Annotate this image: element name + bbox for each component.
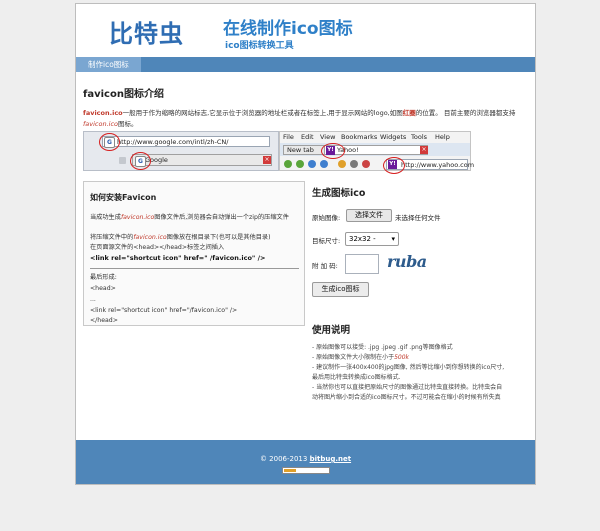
install-code-snippet: <link rel="shortcut icon" href=" /favico…	[90, 254, 266, 262]
close-tab-icon: ×	[263, 156, 271, 164]
red-circle-annotation-address	[383, 157, 405, 174]
usage-item: - 原始图像文件大小限制在小于500k	[312, 353, 507, 363]
chevron-down-icon: ▾	[391, 235, 395, 243]
menu-file: File	[283, 133, 294, 141]
fast-forward-icon	[320, 160, 328, 168]
choose-file-button[interactable]: 选择文件	[346, 209, 392, 222]
usage-size-limit: 500k	[394, 354, 410, 361]
menu-tools: Tools	[411, 133, 428, 141]
code-ellipsis: ...	[90, 296, 96, 303]
site-counter-badge[interactable]	[282, 467, 330, 474]
intro-paragraph: favicon.ico一般用于作为缩略的网站标志,它显示位于浏览器的地址栏或者在…	[83, 108, 530, 130]
install-favicon-term: favicon.ico	[120, 214, 155, 221]
install-text: 图像文件后,浏览器会自动弹出一个zip的压缩文件	[154, 214, 289, 221]
address-bar-google: http://www.google.com/intl/zh-CN/	[102, 136, 270, 147]
forward-arrow-icon	[296, 160, 304, 168]
intro-favicon-term: favicon.ico	[83, 109, 123, 117]
footer-site-link[interactable]: bitbug.net	[310, 455, 352, 463]
install-text: 图像放在根目录下(也可以是其他目录)	[166, 234, 271, 241]
address-url: http://www.google.com/intl/zh-CN/	[117, 138, 229, 146]
generate-heading: 生成图标ico	[312, 188, 366, 199]
close-tab-icon: ×	[420, 146, 428, 154]
intro-red-circle-term: 红圈	[402, 109, 416, 117]
install-text: 当成功生成	[90, 214, 121, 221]
menu-view: View	[320, 133, 336, 141]
install-step-2: 将压缩文件中的favicon.ico图像放在根目录下(也可以是其他目录)	[90, 233, 300, 243]
nav-bar: 制作ico图标	[76, 57, 535, 72]
code-link-line: <link rel="shortcut icon" href="/favicon…	[90, 307, 238, 314]
generate-ico-button[interactable]: 生成ico图标	[312, 282, 369, 297]
browser-screenshot-left: http://www.google.com/intl/zh-CN/ G Goog…	[83, 131, 279, 171]
usage-heading: 使用说明	[312, 325, 351, 336]
red-circle-annotation-tab	[321, 143, 345, 159]
code-head-close: </head>	[90, 317, 118, 324]
usage-item: - 建议制作一张400x400的jpg图像, 然后等比缩小到你想转换的ico尺寸…	[312, 364, 505, 381]
install-step-1: 当成功生成favicon.ico图像文件后,浏览器会自动弹出一个zip的压缩文件	[90, 213, 300, 223]
source-image-label: 原始图像:	[312, 214, 341, 222]
intro-text-3: 图标。	[118, 120, 138, 128]
intro-heading: favicon图标介绍	[83, 89, 164, 100]
install-favicon-box: 如何安装Favicon 当成功生成favicon.ico图像文件后,浏览器会自动…	[83, 181, 305, 326]
menu-edit: Edit	[301, 133, 314, 141]
nav-arrow-icon	[119, 157, 126, 164]
home-icon	[338, 160, 346, 168]
reload-icon	[308, 160, 316, 168]
site-logo[interactable]: 比特虫	[109, 14, 184, 49]
back-arrow-icon	[284, 160, 292, 168]
usage-item: - 原始图像可以接受: .jpg .jpeg .gif .png等图像格式	[312, 344, 453, 351]
menu-help: Help	[435, 133, 450, 141]
target-size-select[interactable]: 32x32 - ▾	[345, 232, 399, 246]
target-size-label: 目标尺寸:	[312, 237, 341, 245]
usage-item: - 当然你也可以直接把原始尺寸的图像通过比特虫直接转换。比特虫会自动将图片缩小到…	[312, 384, 503, 401]
intro-favicon-italic: favicon.ico	[83, 120, 119, 128]
usage-list: - 原始图像可以接受: .jpg .jpeg .gif .png等图像格式 - …	[312, 343, 507, 403]
install-text: 将压缩文件中的	[90, 234, 134, 241]
install-step-3: 在页面源文件的<head></head>标签之间插入	[90, 244, 225, 251]
install-final-label: 最后形成:	[90, 274, 117, 281]
address-url: http://www.yahoo.com	[401, 161, 475, 169]
site-footer: © 2006-2013 bitbug.net	[76, 440, 535, 484]
install-heading: 如何安装Favicon	[90, 193, 157, 202]
code-head-open: <head>	[90, 285, 116, 292]
intro-text-2: 的位置。 目前主要的浏览器都支持	[415, 109, 516, 117]
browser-tab-google: Google	[132, 154, 272, 166]
site-title: 在线制作ico图标	[223, 19, 353, 39]
menu-widgets: Widgets	[380, 133, 407, 141]
page-container: 比特虫 在线制作ico图标 ico图标转换工具 制作ico图标 favicon图…	[75, 3, 536, 485]
google-favicon-icon: G	[104, 137, 115, 148]
google-tab-favicon-icon: G	[135, 156, 146, 167]
menu-bookmarks: Bookmarks	[341, 133, 378, 141]
copyright-text: © 2006-2013 bitbug.net	[76, 455, 535, 463]
counter-logo-icon	[284, 469, 296, 472]
size-select-value: 32x32 -	[349, 235, 376, 243]
install-divider	[90, 268, 299, 269]
captcha-label: 附 加 码:	[312, 262, 338, 270]
copyright-years: © 2006-2013	[259, 455, 308, 463]
pin-icon	[362, 160, 370, 168]
file-status-text: 未选择任何文件	[395, 214, 441, 222]
browser-screenshot-right: File Edit View Bookmarks Widgets Tools H…	[279, 131, 475, 174]
usage-item-text: - 原始图像文件大小限制在小于	[312, 354, 395, 361]
nav-tab-make-ico[interactable]: 制作ico图标	[76, 57, 141, 72]
intro-text-1: 一般用于作为缩略的网站标志,它显示位于浏览器的地址栏或者在标签上,用于显示网站的…	[122, 109, 403, 117]
wand-icon	[350, 160, 358, 168]
browser-tab-new: New tab	[283, 145, 325, 155]
site-subtitle: ico图标转换工具	[225, 41, 294, 51]
captcha-image[interactable]: ruba	[387, 251, 427, 273]
captcha-input[interactable]	[345, 254, 379, 274]
install-favicon-term: favicon.ico	[133, 234, 167, 241]
